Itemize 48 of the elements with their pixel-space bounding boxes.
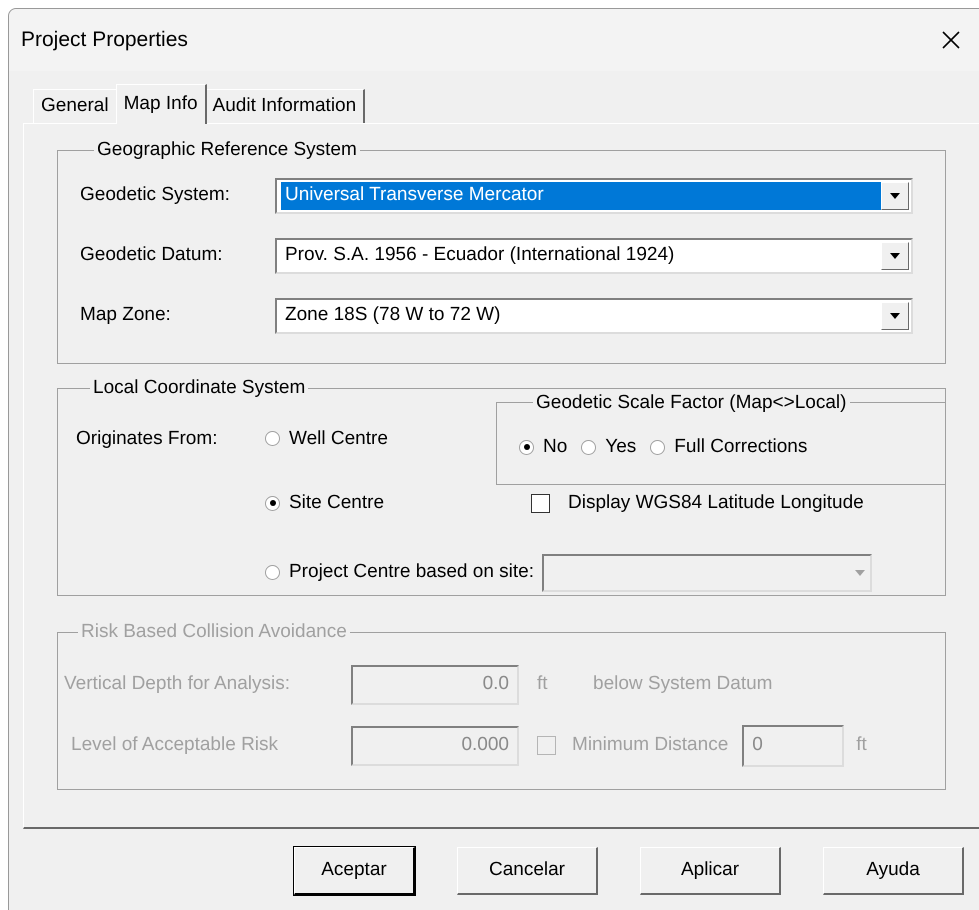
unit-label: ft (856, 733, 867, 758)
radio-label: Well Centre (289, 426, 388, 450)
dialog-button[interactable]: Aplicar (640, 847, 781, 895)
field-label: Level of Acceptable Risk (70, 733, 280, 758)
tab[interactable]: Audit Information (204, 89, 366, 123)
field-label: Map Zone: (80, 303, 172, 328)
checkbox-label: Minimum Distance (572, 733, 728, 758)
dropdown[interactable]: Prov. S.A. 1956 - Ecuador (International 1924) (275, 238, 913, 274)
dropdown[interactable]: Zone 18S (78 W to 72 W) (275, 298, 913, 334)
dialog-button[interactable]: Cancelar (457, 847, 598, 895)
field-label: Vertical Depth for Analysis: (64, 672, 291, 696)
radio-label: Yes (605, 435, 636, 459)
dropdown-arrow-icon (889, 192, 901, 200)
group-title: Risk Based Collision Avoidance (80, 620, 348, 644)
dropdown-arrow-icon (889, 312, 901, 320)
tab[interactable]: General (33, 89, 118, 123)
radio-button[interactable] (265, 565, 280, 580)
dropdown-value: Zone 18S (78 W to 72 W) (284, 303, 502, 328)
window-title: Project Properties (21, 27, 188, 54)
dropdown[interactable]: Universal Transverse Mercator (275, 178, 913, 214)
radio-button[interactable] (265, 496, 280, 511)
close-icon (941, 30, 961, 50)
radio-label: Project Centre based on site: (289, 560, 534, 584)
dropdown[interactable] (542, 554, 872, 592)
checkbox-label: Display WGS84 Latitude Longitude (568, 491, 864, 515)
group-title: Geodetic Scale Factor (Map<>Local) (535, 390, 848, 414)
radio-button[interactable] (650, 440, 666, 455)
radio-label: Site Centre (289, 491, 384, 515)
field-label: Geodetic Datum: (80, 243, 224, 268)
field-note: below System Datum (593, 672, 773, 696)
unit-label: ft (537, 672, 549, 696)
radio-button[interactable] (265, 431, 280, 446)
dropdown-value: Universal Transverse Mercator (281, 182, 881, 210)
dropdown-value: Prov. S.A. 1956 - Ecuador (International 1924) (284, 243, 676, 268)
dropdown-arrow-icon (889, 252, 901, 260)
radio-label: No (543, 435, 568, 459)
checkbox[interactable] (531, 494, 550, 513)
dialog-button[interactable]: Ayuda (823, 847, 964, 895)
field-label: Geodetic System: (80, 183, 231, 208)
radio-button[interactable] (519, 440, 534, 455)
dialog-button[interactable]: Aceptar (294, 847, 415, 895)
group-title: Local Coordinate System (92, 376, 306, 400)
group-title: Geographic Reference System (96, 138, 358, 162)
radio-button[interactable] (581, 440, 596, 455)
field-label: Originates From: (76, 426, 218, 450)
radio-label: Full Corrections (674, 435, 808, 459)
dropdown-arrow-icon (854, 568, 866, 576)
tab[interactable]: Map Info (116, 84, 207, 124)
